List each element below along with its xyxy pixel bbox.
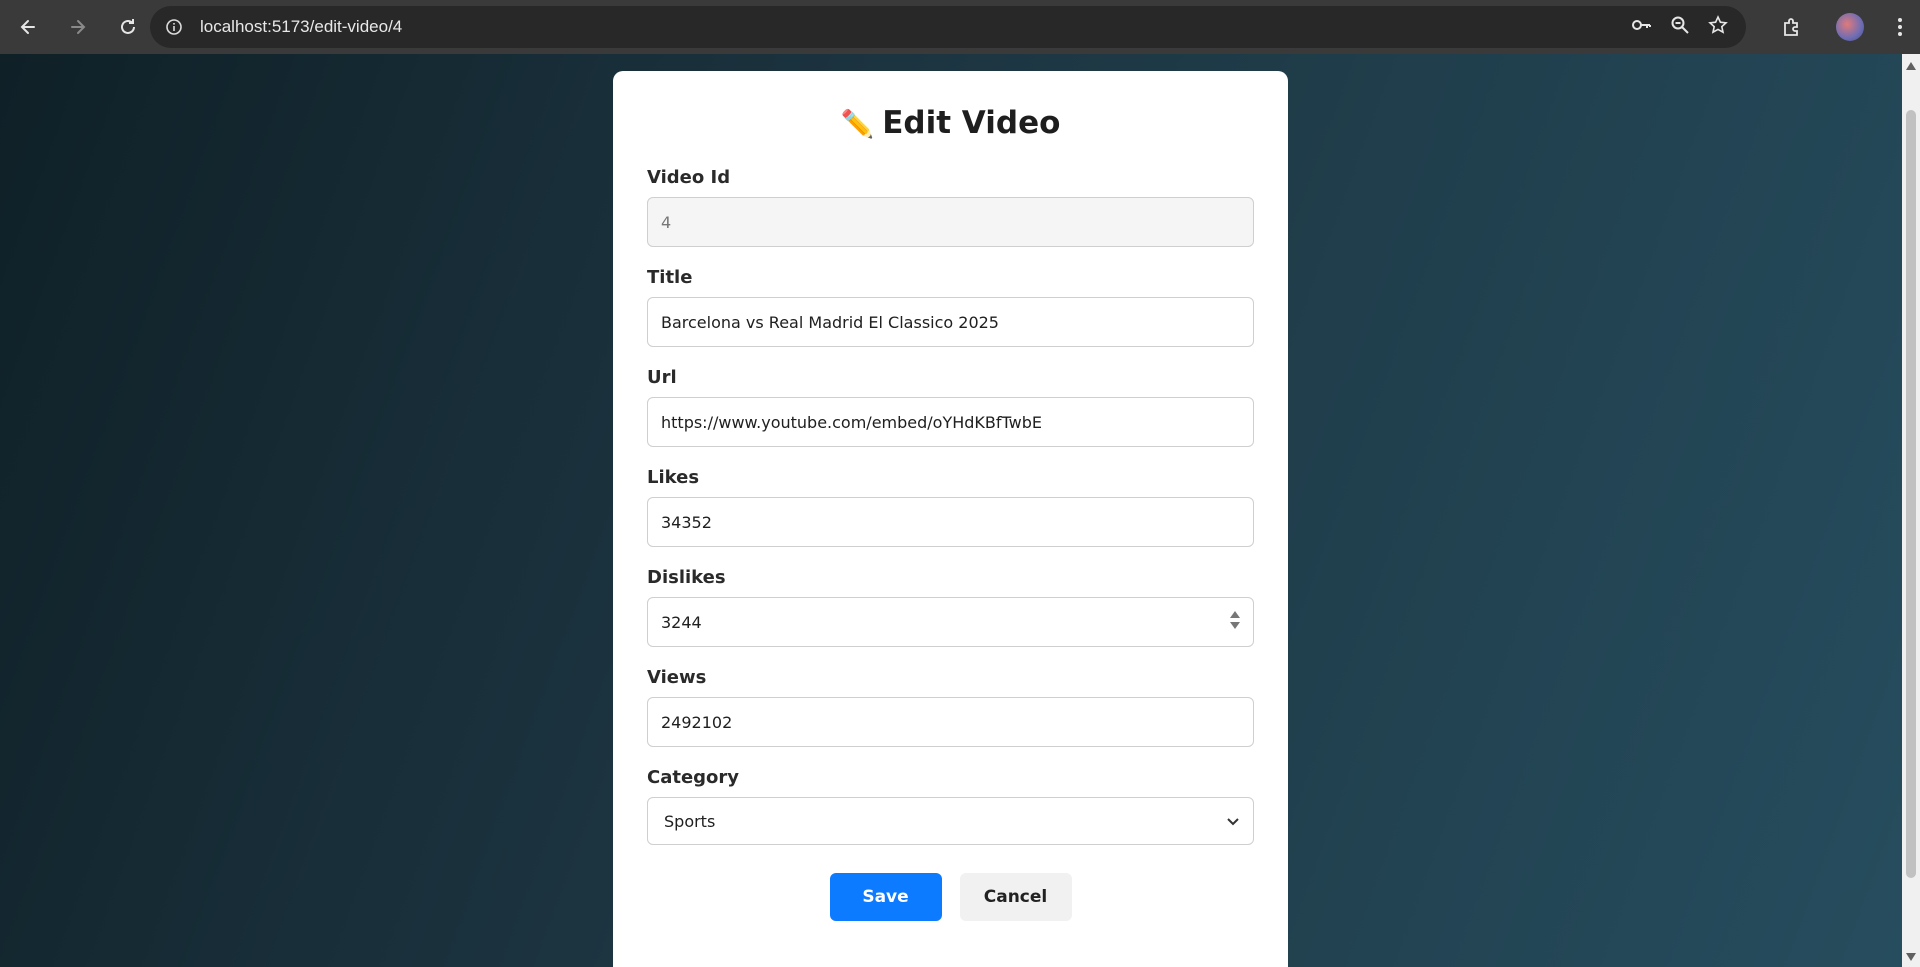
forward-button[interactable] xyxy=(56,5,100,49)
dislikes-label: Dislikes xyxy=(647,567,726,588)
form-actions: Save Cancel xyxy=(647,873,1254,921)
arrow-right-icon xyxy=(71,20,86,34)
field-title: Title xyxy=(647,267,1254,347)
likes-label: Likes xyxy=(647,467,700,488)
stepper-up-icon[interactable] xyxy=(1230,611,1240,618)
url-input[interactable] xyxy=(647,397,1254,447)
category-select-value[interactable]: Sports xyxy=(647,797,1254,845)
profile-avatar[interactable] xyxy=(1836,13,1864,41)
field-views: Views xyxy=(647,667,1254,747)
kebab-menu-icon[interactable] xyxy=(1880,7,1920,47)
stepper-down-icon[interactable] xyxy=(1230,622,1240,629)
page-title: ✏️ Edit Video xyxy=(840,105,1061,141)
back-button[interactable] xyxy=(6,5,50,49)
page-background: ✏️Edit Video Video Id Title Url Likes Di… xyxy=(0,54,1902,967)
reload-button[interactable] xyxy=(106,5,150,49)
field-likes: Likes xyxy=(647,467,1254,547)
video-id-input[interactable] xyxy=(647,197,1254,247)
scrollbar-thumb[interactable] xyxy=(1906,110,1916,878)
pencil-icon: ✏️ xyxy=(840,109,875,140)
zoom-icon[interactable] xyxy=(1670,15,1690,39)
views-label: Views xyxy=(647,667,707,688)
chevron-down-icon xyxy=(1227,818,1239,826)
url-text[interactable]: localhost:5173/edit-video/4 xyxy=(200,17,402,37)
page-scrollbar[interactable] xyxy=(1902,54,1920,967)
address-bar[interactable]: localhost:5173/edit-video/4 xyxy=(150,6,1746,48)
field-url: Url xyxy=(647,367,1254,447)
puzzle-icon[interactable] xyxy=(1772,7,1812,47)
save-button[interactable]: Save xyxy=(829,873,942,921)
field-dislikes: Dislikes xyxy=(647,567,1254,647)
title-label: Title xyxy=(647,267,693,288)
views-input[interactable] xyxy=(647,697,1254,747)
likes-input[interactable] xyxy=(647,497,1254,547)
field-video-id: Video Id xyxy=(647,167,1254,247)
title-input[interactable] xyxy=(647,297,1254,347)
key-icon[interactable] xyxy=(1630,14,1652,40)
video-id-label: Video Id xyxy=(647,167,731,188)
scroll-up-icon[interactable] xyxy=(1906,62,1916,70)
site-info-button[interactable] xyxy=(160,13,188,41)
info-icon xyxy=(166,19,182,35)
edit-video-card: ✏️Edit Video Video Id Title Url Likes Di… xyxy=(613,71,1288,967)
dislikes-stepper[interactable] xyxy=(1230,611,1240,629)
arrow-left-icon xyxy=(20,20,35,34)
reload-icon xyxy=(121,19,135,34)
cancel-button[interactable]: Cancel xyxy=(959,873,1072,921)
scroll-down-icon[interactable] xyxy=(1906,953,1916,961)
dislikes-input[interactable] xyxy=(647,597,1254,647)
url-label: Url xyxy=(647,367,677,388)
browser-toolbar: localhost:5173/edit-video/4 xyxy=(0,0,1920,54)
category-select[interactable]: Sports xyxy=(647,797,1254,845)
category-label: Category xyxy=(647,767,740,788)
star-icon[interactable] xyxy=(1708,15,1728,39)
field-category: Category Sports xyxy=(647,767,1254,845)
